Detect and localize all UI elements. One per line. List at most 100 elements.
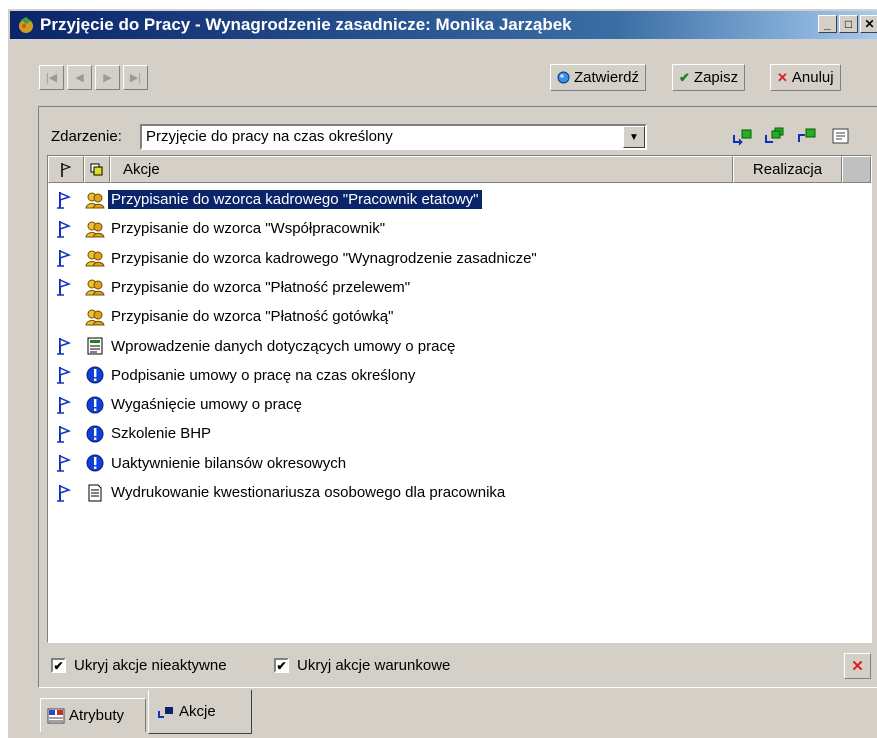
action-type-cell [82, 453, 108, 473]
action-type-cell [82, 219, 108, 239]
flag-icon [57, 425, 72, 443]
flag-cell [48, 424, 82, 444]
flag-icon [57, 220, 72, 238]
tab-actions[interactable]: Akcje [148, 690, 252, 734]
properties-icon [832, 128, 849, 144]
flag-icon [57, 249, 72, 267]
properties-button[interactable] [829, 124, 853, 148]
add-action-button[interactable] [731, 124, 755, 148]
flag-cell [48, 395, 82, 415]
document-icon [88, 484, 102, 501]
list-item[interactable]: Przypisanie do wzorca "Płatność gotówką" [48, 302, 848, 331]
people-icon [85, 250, 105, 267]
action-type-cell [82, 248, 108, 268]
action-text: Szkolenie BHP [111, 425, 212, 443]
insert-action-button[interactable] [795, 124, 819, 148]
copy-action-button[interactable] [763, 124, 787, 148]
hide-conditional-option[interactable]: ✔ Ukryj akcje warunkowe [274, 657, 450, 674]
list-item[interactable]: Uaktywnienie bilansów okresowych [48, 449, 848, 478]
type-column-header[interactable] [84, 156, 110, 183]
confirm-button[interactable]: Zatwierdź [550, 64, 647, 91]
action-text: Przypisanie do wzorca kadrowego "Wynagro… [111, 249, 537, 267]
people-icon [85, 221, 105, 238]
action-type-cell [82, 365, 108, 385]
flag-column-header[interactable] [48, 156, 84, 183]
previous-record-button[interactable]: ◀ [67, 65, 92, 90]
action-type-cell [82, 336, 108, 356]
event-select[interactable]: Przyjęcie do pracy na czas określony ▼ [140, 124, 647, 150]
info-icon [86, 425, 104, 443]
cross-icon: ✕ [777, 69, 788, 85]
next-record-button[interactable]: ▶ [95, 65, 120, 90]
action-text: Przypisanie do wzorca "Płatność przelewe… [111, 278, 411, 296]
action-text: Podpisanie umowy o pracę na czas określo… [111, 366, 416, 384]
actions-tab-icon [158, 706, 173, 718]
minimize-button[interactable]: _ [818, 15, 837, 33]
flag-cell [48, 336, 82, 356]
flag-cell [48, 365, 82, 385]
action-text: Wygaśnięcie umowy o pracę [111, 396, 302, 414]
tab-attributes-label: Atrybuty [69, 707, 125, 724]
dropdown-arrow-icon[interactable]: ▼ [623, 126, 645, 148]
info-icon [86, 366, 104, 384]
flag-cell [48, 248, 82, 268]
list-item[interactable]: Przypisanie do wzorca kadrowego "Wynagro… [48, 244, 848, 273]
list-item[interactable]: Przypisanie do wzorca "Współpracownik" [48, 214, 848, 243]
tab-actions-label: Akcje [179, 703, 216, 720]
list-item[interactable]: Przypisanie do wzorca kadrowego "Pracown… [48, 185, 848, 214]
action-type-cell [82, 190, 108, 210]
people-icon [85, 279, 105, 296]
flag-icon [57, 337, 72, 355]
window-title: Przyjęcie do Pracy - Wynagrodzenie zasad… [40, 15, 572, 34]
hide-inactive-label: Ukryj akcje nieaktywne [74, 657, 227, 674]
action-text: Wprowadzenie danych dotyczących umowy o … [111, 337, 456, 355]
header-filler [842, 156, 871, 183]
action-text: Przypisanie do wzorca "Współpracownik" [111, 220, 386, 238]
copy-action-icon [765, 127, 784, 143]
action-text: Uaktywnienie bilansów okresowych [111, 454, 347, 472]
flag-icon [57, 191, 72, 209]
list-item[interactable]: Wydrukowanie kwestionariusza osobowego d… [48, 478, 848, 507]
dialog-window: Przyjęcie do Pracy - Wynagrodzenie zasad… [7, 8, 877, 738]
hide-inactive-checkbox[interactable]: ✔ [51, 658, 66, 673]
hide-conditional-label: Ukryj akcje warunkowe [297, 657, 451, 674]
flag-cell [48, 219, 82, 239]
cancel-button[interactable]: ✕ Anuluj [770, 64, 841, 91]
globe-icon [557, 71, 570, 84]
actions-column-header[interactable]: Akcje [110, 156, 733, 183]
list-item[interactable]: Podpisanie umowy o pracę na czas określo… [48, 361, 848, 390]
maximize-button[interactable]: □ [839, 15, 858, 33]
list-item[interactable]: Przypisanie do wzorca "Płatność przelewe… [48, 273, 848, 302]
list-item[interactable]: Wygaśnięcie umowy o pracę [48, 390, 848, 419]
delete-button[interactable]: ✕ [844, 653, 871, 679]
list-header: Akcje Realizacja [48, 156, 871, 183]
event-select-value: Przyjęcie do pracy na czas określony [146, 128, 393, 145]
cross-icon: ✕ [851, 658, 864, 675]
list-item[interactable]: Wprowadzenie danych dotyczących umowy o … [48, 332, 848, 361]
flag-icon [57, 396, 72, 414]
close-button[interactable]: ✕ [860, 15, 877, 33]
list-item[interactable]: Szkolenie BHP [48, 419, 848, 448]
hide-inactive-option[interactable]: ✔ Ukryj akcje nieaktywne [51, 657, 227, 674]
hide-conditional-checkbox[interactable]: ✔ [274, 658, 289, 673]
save-button[interactable]: ✔ Zapisz [672, 64, 746, 91]
info-icon [86, 396, 104, 414]
realization-column-header[interactable]: Realizacja [733, 156, 842, 183]
action-type-cell [82, 307, 108, 327]
actions-list[interactable]: Akcje Realizacja Przypisanie do wzorca k… [47, 155, 872, 643]
action-text: Wydrukowanie kwestionariusza osobowego d… [111, 484, 506, 501]
tab-attributes[interactable]: Atrybuty [40, 698, 146, 732]
insert-action-icon [798, 128, 816, 142]
flag-cell [48, 483, 82, 503]
app-icon [19, 17, 33, 33]
action-type-cell [82, 424, 108, 444]
action-text: Przypisanie do wzorca "Płatność gotówką" [111, 308, 394, 326]
flag-icon [57, 484, 72, 502]
cancel-label: Anuluj [791, 69, 834, 86]
save-label: Zapisz [693, 69, 739, 86]
last-record-button[interactable]: ▶| [123, 65, 148, 90]
first-record-button[interactable]: |◀ [39, 65, 64, 90]
action-text: Przypisanie do wzorca kadrowego "Pracown… [108, 190, 482, 209]
title-bar[interactable]: Przyjęcie do Pracy - Wynagrodzenie zasad… [10, 11, 877, 39]
action-type-cell [82, 483, 108, 503]
